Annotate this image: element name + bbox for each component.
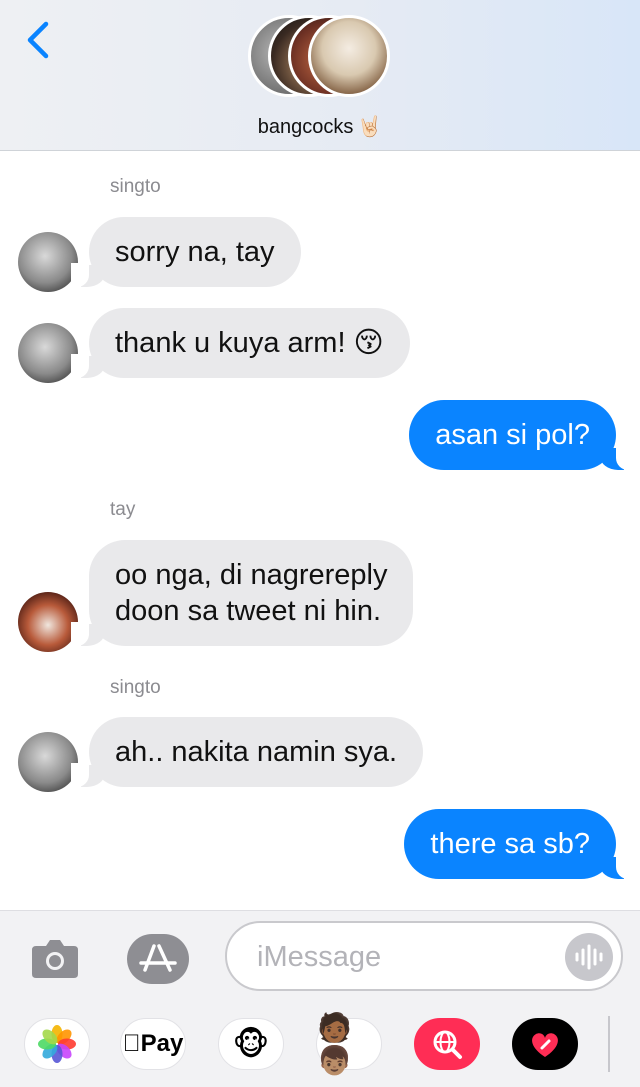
waveform-icon bbox=[575, 944, 603, 970]
group-name-text: bangcocks bbox=[257, 116, 354, 138]
app-store-icon bbox=[139, 944, 177, 972]
memoji-stickers-icon: 🧑🏾👦🏽 bbox=[317, 1012, 352, 1076]
heart-icon bbox=[532, 1033, 558, 1057]
sender-name: tay bbox=[110, 499, 136, 520]
sender-avatar-tay[interactable] bbox=[18, 592, 78, 652]
outgoing-message-bubble[interactable]: there sa sb? bbox=[404, 809, 634, 879]
apple-logo-icon:  bbox=[123, 1030, 141, 1058]
audio-message-button[interactable] bbox=[565, 933, 613, 981]
photos-flower-icon bbox=[38, 1025, 76, 1063]
group-name-label[interactable]: bangcocks 🤘🏻 bbox=[0, 114, 640, 139]
incoming-message-bubble[interactable]: sorry na, tay bbox=[71, 217, 301, 287]
photos-app-button[interactable] bbox=[24, 1018, 90, 1070]
drawer-divider bbox=[608, 1016, 610, 1072]
sender-avatar-singto[interactable] bbox=[18, 323, 78, 383]
digital-touch-app-button[interactable] bbox=[512, 1018, 578, 1070]
incoming-message-bubble[interactable]: oo nga, di nagrereply doon sa tweet ni h… bbox=[70, 540, 414, 646]
back-chevron-icon[interactable] bbox=[22, 18, 56, 62]
imessage-input[interactable]: iMessage bbox=[225, 921, 623, 991]
conversation-header: bangcocks 🤘🏻 bbox=[0, 0, 640, 151]
memoji-app-button[interactable]: 🧑🏾👦🏽 bbox=[316, 1012, 382, 1076]
app-drawer: Pay 🐵 🧑🏾👦🏽 bbox=[0, 1002, 640, 1087]
group-avatar-stack[interactable] bbox=[248, 15, 392, 99]
incoming-message-bubble[interactable]: thank u kuya arm! 😚 bbox=[71, 308, 410, 378]
animoji-app-button[interactable]: 🐵 bbox=[218, 1018, 284, 1070]
globe-search-icon bbox=[433, 1030, 462, 1059]
apple-pay-button[interactable]: Pay bbox=[120, 1018, 186, 1070]
sender-name: singto bbox=[110, 677, 161, 698]
camera-icon[interactable] bbox=[30, 936, 80, 980]
imessage-placeholder: iMessage bbox=[257, 941, 382, 973]
sender-avatar-singto[interactable] bbox=[18, 232, 78, 292]
sender-name: singto bbox=[110, 176, 161, 197]
apple-pay-label: Pay bbox=[131, 1030, 184, 1057]
compose-bar: iMessage bbox=[0, 910, 640, 1002]
app-store-button[interactable] bbox=[127, 934, 189, 984]
rock-hand-emoji: 🤘🏻 bbox=[357, 116, 383, 138]
monkey-animoji-icon: 🐵 bbox=[232, 1026, 270, 1062]
incoming-message-bubble[interactable]: ah.. nakita namin sya. bbox=[70, 717, 424, 787]
group-member-avatar bbox=[308, 15, 390, 97]
sender-avatar-singto[interactable] bbox=[18, 732, 78, 792]
outgoing-message-bubble[interactable]: asan si pol? bbox=[409, 400, 634, 470]
web-search-app-button[interactable] bbox=[414, 1018, 480, 1070]
